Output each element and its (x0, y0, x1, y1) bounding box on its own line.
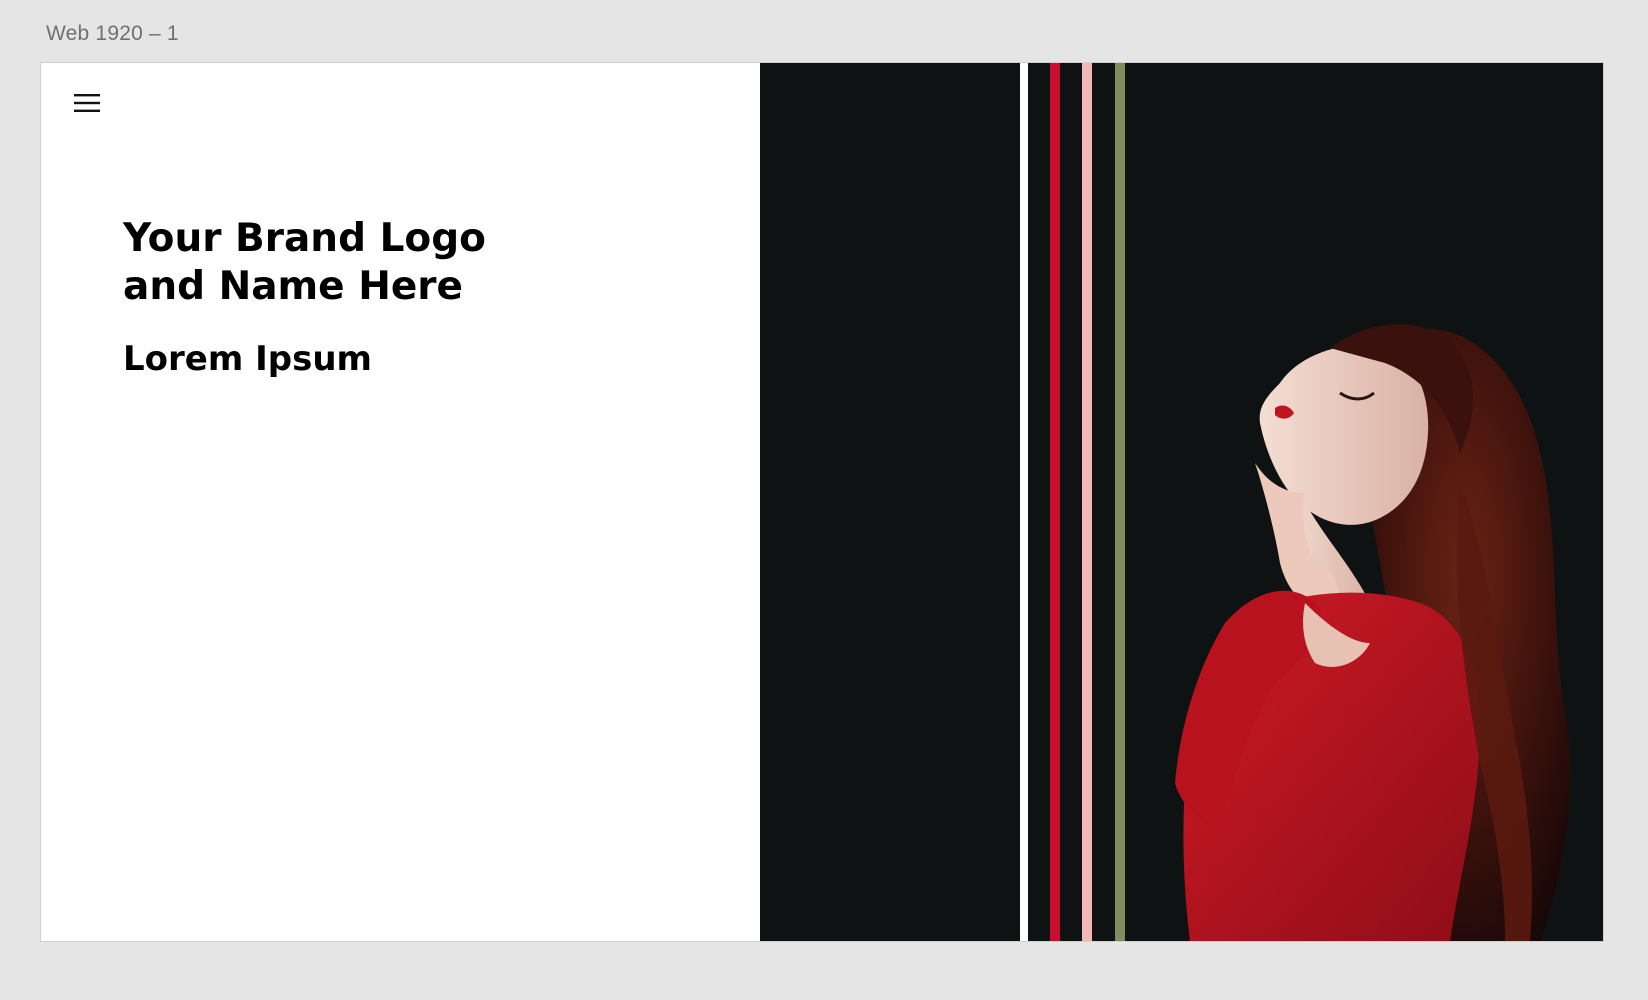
artboard-web-1920: Your Brand Logo and Name Here Lorem Ipsu… (41, 63, 1603, 941)
brand-title-line-2: and Name Here (123, 264, 463, 309)
hamburger-menu-icon[interactable] (74, 93, 100, 113)
artboard-label: Web 1920 – 1 (46, 22, 179, 45)
model-photo (1175, 324, 1571, 941)
brand-title: Your Brand Logo and Name Here (123, 215, 643, 311)
hero-image-panel (760, 63, 1603, 941)
subtitle: Lorem Ipsum (123, 339, 372, 379)
left-panel: Your Brand Logo and Name Here Lorem Ipsu… (41, 63, 760, 941)
brand-title-line-1: Your Brand Logo (123, 216, 486, 261)
